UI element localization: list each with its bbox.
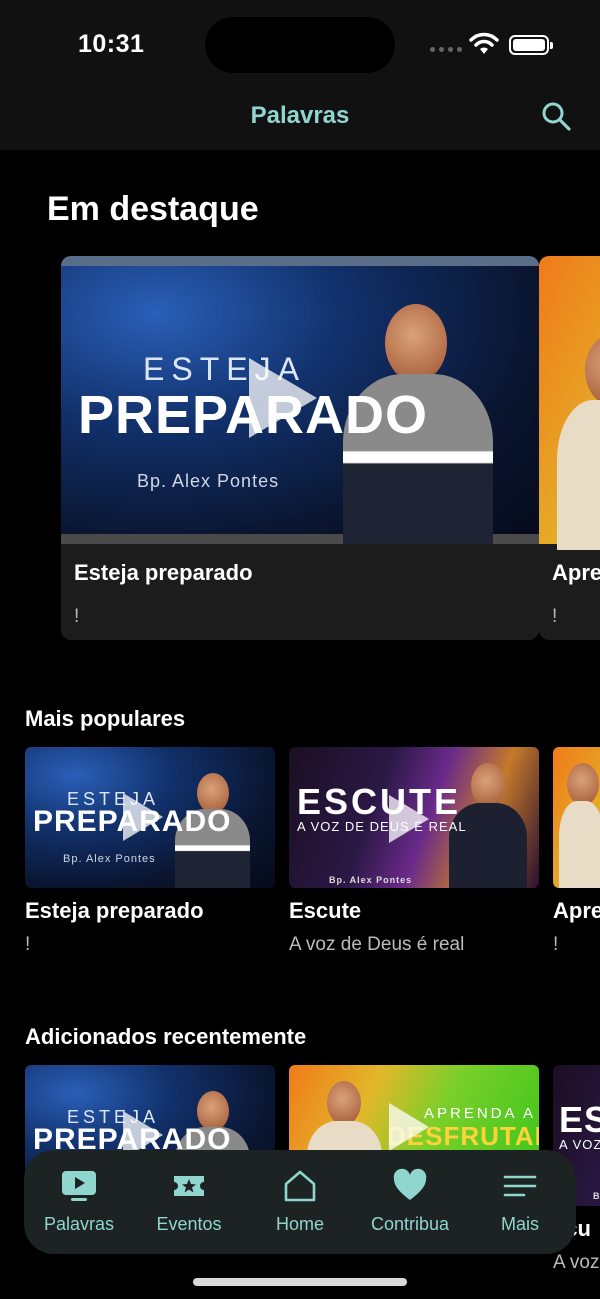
wifi-icon [469, 32, 499, 54]
ticket-icon [174, 1176, 204, 1196]
art-caption: B [593, 1191, 600, 1201]
card-subtitle: ! [25, 934, 31, 955]
search-icon[interactable] [540, 100, 572, 132]
tab-label: Mais [500, 1214, 539, 1234]
featured-card[interactable]: ESTEJA PREPARADO Bp. Alex Pontes Esteja … [61, 256, 539, 640]
card-thumbnail: ESTEJA PREPARADO Bp. Alex Pontes [25, 747, 275, 888]
tab-label: Contribua [370, 1214, 450, 1234]
tab-palavras[interactable]: Palavras [24, 1168, 134, 1235]
card-subtitle: ! [552, 606, 558, 627]
art-line1: APRENDA A [424, 1105, 537, 1122]
tab-mais[interactable]: Mais [465, 1168, 575, 1235]
card-thumbnail [553, 747, 600, 888]
art-line1: ES [559, 1099, 600, 1140]
tab-home[interactable]: Home [245, 1168, 355, 1235]
speaker-image [559, 763, 600, 888]
art-caption: Bp. Alex Pontes [63, 853, 156, 865]
featured-card[interactable]: Apre ! [539, 256, 600, 640]
card-title: Esteja preparado [74, 560, 253, 585]
signal-icon [430, 47, 462, 53]
tab-label: Home [275, 1214, 324, 1234]
art-caption: Bp. Alex Pontes [329, 875, 413, 885]
tab-eventos[interactable]: Eventos [134, 1168, 244, 1235]
popular-card[interactable]: ESTEJA PREPARADO Bp. Alex Pontes Esteja … [25, 747, 275, 956]
card-title: Escute [289, 898, 362, 923]
play-icon [123, 793, 163, 841]
card-subtitle: ! [553, 934, 559, 955]
battery-icon [509, 35, 553, 55]
card-title: Apre [553, 898, 600, 923]
card-thumbnail: ESCUTE A VOZ DE DEUS É REAL Bp. Alex Pon… [289, 747, 539, 888]
art-caption: Bp. Alex Pontes [137, 471, 280, 491]
recent-heading: Adicionados recentemente [25, 1024, 307, 1049]
status-time: 10:31 [78, 30, 145, 58]
menu-icon [503, 1175, 537, 1197]
status-bar: 10:31 [0, 0, 600, 88]
art-line2: A VOZ DE DEUS É REAL [297, 819, 467, 834]
play-icon [389, 795, 429, 843]
card-title: Esteja preparado [25, 898, 204, 923]
featured-thumbnail: ESTEJA PREPARADO Bp. Alex Pontes [61, 256, 539, 544]
play-icon [249, 358, 317, 438]
card-subtitle: ! [74, 606, 80, 627]
play-screen-icon [62, 1171, 96, 1201]
page-title: Palavras [250, 102, 350, 129]
navigation-bar: Palavras [0, 88, 600, 150]
tab-contribua[interactable]: Contribua [355, 1168, 465, 1235]
heart-icon [393, 1168, 427, 1200]
art-line1: ESCUTE [297, 781, 462, 822]
tab-label: Eventos [156, 1214, 222, 1234]
featured-thumbnail [539, 256, 600, 550]
art-line2: A VOZ [559, 1137, 600, 1152]
home-indicator[interactable] [193, 1278, 407, 1286]
dynamic-island [205, 17, 395, 73]
scroll-content[interactable]: Em destaque ESTEJA PREPARADO Bp. Alex Po… [0, 150, 600, 1299]
popular-card[interactable]: Apre ! [553, 747, 600, 956]
home-icon [284, 1170, 316, 1202]
play-icon [389, 1103, 429, 1151]
card-subtitle: A voz [553, 1252, 600, 1273]
tab-label: Palavras [43, 1214, 115, 1234]
tab-bar: Palavras Eventos Home Contribua Mais [24, 1150, 576, 1254]
card-title: Apre [552, 560, 600, 585]
card-subtitle: A voz de Deus é real [289, 934, 465, 955]
featured-heading: Em destaque [47, 190, 259, 228]
speaker-image [557, 334, 600, 550]
popular-card[interactable]: ESCUTE A VOZ DE DEUS É REAL Bp. Alex Pon… [289, 747, 539, 956]
popular-heading: Mais populares [25, 706, 186, 731]
